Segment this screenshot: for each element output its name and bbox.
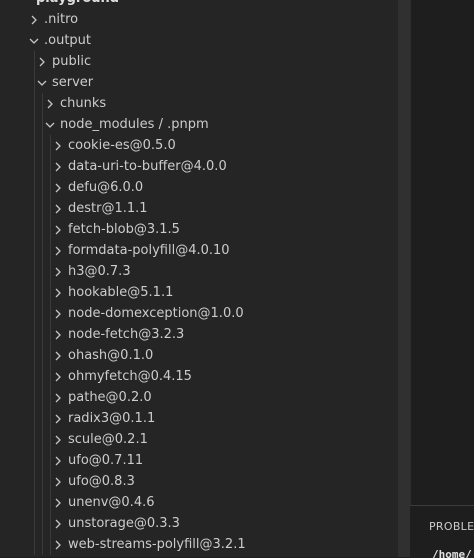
chevron-right-icon[interactable]	[54, 303, 62, 324]
chevron-right-icon[interactable]	[54, 534, 62, 555]
indent-guide	[34, 51, 35, 555]
chevron-right-icon[interactable]	[54, 177, 62, 198]
chevron-right-icon[interactable]	[54, 492, 62, 513]
tree-item-label: ohmyfetch@0.4.15	[68, 369, 192, 384]
tree-item-label: node_modules / .pnpm	[60, 117, 209, 132]
tree-item-label: defu@6.0.0	[68, 180, 144, 195]
tree-item[interactable]: unstorage@0.3.3	[0, 513, 398, 534]
chevron-right-icon[interactable]	[54, 324, 62, 345]
chevron-right-icon[interactable]	[54, 282, 62, 303]
tree-item-label: web-streams-polyfill@3.2.1	[68, 537, 246, 552]
tree-item[interactable]: defu@6.0.0	[0, 177, 398, 198]
tree-item-label: radix3@0.1.1	[68, 411, 156, 426]
tree-item[interactable]: pathe@0.2.0	[0, 387, 398, 408]
explorer-root-folder[interactable]: playground	[0, 0, 398, 9]
tree-item[interactable]: cookie-es@0.5.0	[0, 135, 398, 156]
tree-item-label: h3@0.7.3	[68, 264, 131, 279]
root-folder-label: playground	[36, 0, 119, 9]
chevron-right-icon[interactable]	[54, 135, 62, 156]
chevron-right-icon[interactable]	[54, 513, 62, 534]
chevron-right-icon[interactable]	[54, 156, 62, 177]
tree-item[interactable]: public	[0, 51, 398, 72]
tree-item[interactable]: formdata-polyfill@4.0.10	[0, 240, 398, 261]
tree-item-label: public	[52, 54, 92, 69]
explorer-scrollbar-thumb[interactable]	[398, 0, 410, 557]
tree-item[interactable]: ohmyfetch@0.4.15	[0, 366, 398, 387]
tree-item-label: hookable@5.1.1	[68, 285, 174, 300]
tree-item[interactable]: fetch-blob@3.1.5	[0, 219, 398, 240]
chevron-right-icon[interactable]	[54, 240, 62, 261]
bottom-panel: PROBLEMS /home/	[410, 505, 474, 558]
chevron-right-icon[interactable]	[54, 261, 62, 282]
tab-problems[interactable]: PROBLEMS	[429, 520, 474, 533]
tree-item[interactable]: data-uri-to-buffer@4.0.0	[0, 156, 398, 177]
tree-item-label: chunks	[60, 96, 107, 111]
editor-area[interactable]	[410, 0, 474, 505]
chevron-right-icon[interactable]	[30, 9, 38, 30]
chevron-right-icon[interactable]	[54, 450, 62, 471]
tree-item-label: ufo@0.7.11	[68, 453, 144, 468]
tree-item[interactable]: node_modules / .pnpm	[0, 114, 398, 135]
chevron-down-icon[interactable]	[45, 114, 55, 135]
tree-item[interactable]: web-streams-polyfill@3.2.1	[0, 534, 398, 555]
tree-item-label: scule@0.2.1	[68, 432, 148, 447]
tree-item[interactable]: server	[0, 72, 398, 93]
tree-item[interactable]: node-fetch@3.2.3	[0, 324, 398, 345]
chevron-right-icon[interactable]	[54, 219, 62, 240]
tree-item[interactable]: ufo@0.8.3	[0, 471, 398, 492]
tree-item[interactable]: destr@1.1.1	[0, 198, 398, 219]
tree-item-label: destr@1.1.1	[68, 201, 148, 216]
tree-item-label: .nitro	[44, 12, 79, 27]
tree-item-label: node-domexception@1.0.0	[68, 306, 244, 321]
chevron-right-icon[interactable]	[46, 93, 54, 114]
tree-item-label: node-fetch@3.2.3	[68, 327, 185, 342]
tree-item[interactable]: hookable@5.1.1	[0, 282, 398, 303]
indent-guide	[50, 135, 51, 555]
tree-item-label: pathe@0.2.0	[68, 390, 152, 405]
tree-item[interactable]: scule@0.2.1	[0, 429, 398, 450]
tree-item-label: data-uri-to-buffer@4.0.0	[68, 159, 227, 174]
chevron-down-icon[interactable]	[29, 30, 39, 51]
chevron-right-icon[interactable]	[54, 387, 62, 408]
tree-item-label: fetch-blob@3.1.5	[68, 222, 180, 237]
tree-item-label: .output	[44, 33, 92, 48]
tree-item-label: server	[52, 75, 94, 90]
tree-item[interactable]: .output	[0, 30, 398, 51]
tree-item[interactable]: h3@0.7.3	[0, 261, 398, 282]
chevron-right-icon[interactable]	[54, 429, 62, 450]
tree-item[interactable]: chunks	[0, 93, 398, 114]
tree-item[interactable]: radix3@0.1.1	[0, 408, 398, 429]
tree-item[interactable]: ohash@0.1.0	[0, 345, 398, 366]
tree-item-label: ufo@0.8.3	[68, 474, 135, 489]
explorer-panel: playground .nitro .output public server chun…	[0, 0, 410, 557]
tree-item-label: formdata-polyfill@4.0.10	[68, 243, 230, 258]
tree-item-label: cookie-es@0.5.0	[68, 138, 176, 153]
tree-item[interactable]: node-domexception@1.0.0	[0, 303, 398, 324]
chevron-down-icon[interactable]	[37, 72, 47, 93]
tree-item-label: ohash@0.1.0	[68, 348, 154, 363]
chevron-right-icon[interactable]	[54, 345, 62, 366]
chevron-right-icon[interactable]	[54, 198, 62, 219]
tree-item[interactable]: .nitro	[0, 9, 398, 30]
tree-item[interactable]: unenv@0.4.6	[0, 492, 398, 513]
tree-item-label: unenv@0.4.6	[68, 495, 155, 510]
indent-guide	[42, 93, 43, 555]
chevron-right-icon[interactable]	[54, 366, 62, 387]
chevron-right-icon[interactable]	[54, 471, 62, 492]
tree-item-label: unstorage@0.3.3	[68, 516, 180, 531]
chevron-right-icon[interactable]	[38, 51, 46, 72]
tree-item[interactable]: ufo@0.7.11	[0, 450, 398, 471]
chevron-right-icon[interactable]	[54, 408, 62, 429]
